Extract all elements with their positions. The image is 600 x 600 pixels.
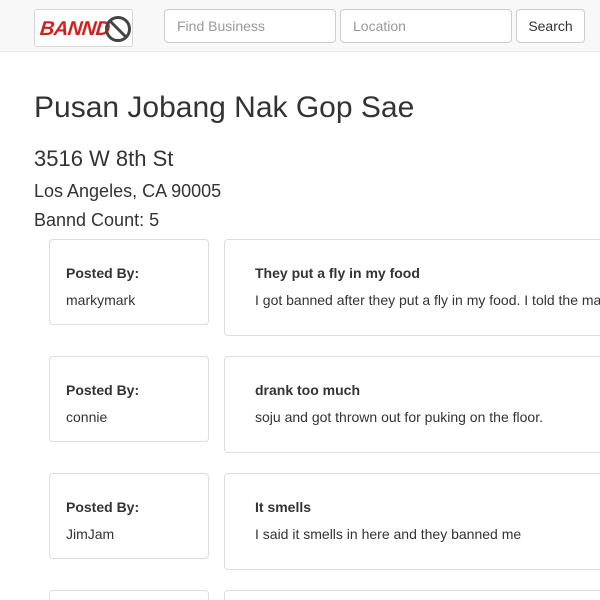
logo-text: BANND [38, 18, 111, 40]
review-card[interactable] [224, 590, 600, 600]
review-title: It smells [255, 499, 312, 515]
review-body: I said it smells in here and they banned… [255, 526, 522, 542]
post-author[interactable]: JimJam [66, 525, 114, 543]
review-card[interactable]: They put a fly in my food I got banned a… [224, 239, 600, 336]
review-title: They put a fly in my food [255, 265, 420, 281]
review-body: soju and got thrown out for puking on th… [255, 409, 543, 425]
posted-by-label: Posted By: [66, 382, 140, 398]
poster-card: Posted By: markymark [49, 239, 209, 325]
poster-card [49, 590, 209, 600]
find-business-input[interactable] [164, 9, 336, 43]
business-name: Pusan Jobang Nak Gop Sae [34, 91, 415, 124]
business-city: Los Angeles, CA 90005 [34, 181, 222, 201]
review-card[interactable]: It smells I said it smells in here and t… [224, 473, 600, 570]
review-body: I got banned after they put a fly in my … [255, 292, 600, 308]
poster-card: Posted By: connie [49, 356, 209, 442]
logo[interactable]: BANND [34, 9, 133, 47]
post-author[interactable]: markymark [66, 291, 135, 309]
poster-card: Posted By: JimJam [49, 473, 209, 559]
search-button[interactable]: Search [516, 9, 585, 43]
ban-icon [105, 16, 131, 42]
navbar: BANND Search [0, 0, 600, 52]
posted-by-label: Posted By: [66, 499, 140, 515]
post-author[interactable]: connie [66, 408, 107, 426]
business-street: 3516 W 8th St [34, 146, 174, 171]
posted-by-label: Posted By: [66, 265, 140, 281]
location-input[interactable] [340, 9, 512, 43]
review-card[interactable]: drank too much soju and got thrown out f… [224, 356, 600, 453]
review-title: drank too much [255, 382, 361, 398]
bannd-count: Bannd Count: 5 [34, 210, 160, 230]
